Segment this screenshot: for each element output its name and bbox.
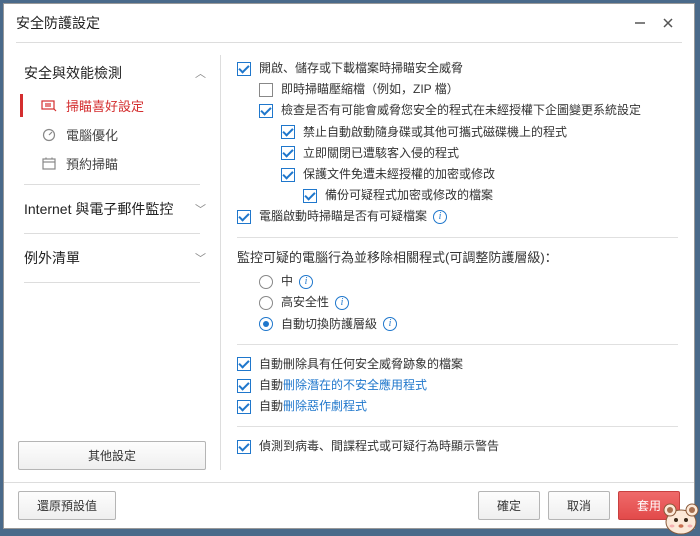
footer: 還原預設值 確定 取消 套用	[4, 482, 694, 528]
sidebar-section-security[interactable]: 安全與效能檢測 ︿	[14, 55, 210, 91]
info-icon[interactable]: i	[335, 296, 349, 310]
chevron-down-icon: ﹀	[195, 201, 206, 217]
label: 中	[281, 272, 293, 291]
titlebar: 安全防護設定	[4, 4, 694, 42]
settings-window: 安全防護設定 安全與效能檢測 ︿ 掃瞄	[3, 3, 695, 529]
label: 禁止自動啟動隨身碟或其他可攜式磁碟機上的程式	[303, 123, 567, 142]
restore-defaults-button[interactable]: 還原預設值	[18, 491, 116, 520]
label: 備份可疑程式加密或修改的檔案	[325, 186, 493, 205]
label: 保護文件免遭未經授權的加密或修改	[303, 165, 495, 184]
sidebar: 安全與效能檢測 ︿ 掃瞄喜好設定	[4, 43, 220, 482]
section-title: 監控可疑的電腦行為並移除相關程式(可調整防護層級)：	[237, 248, 678, 269]
label: 即時掃瞄壓縮檔（例如，ZIP 檔）	[281, 80, 459, 99]
ok-button[interactable]: 確定	[478, 491, 540, 520]
sidebar-item-label: 預約掃瞄	[66, 154, 118, 173]
radio-level-medium[interactable]	[259, 275, 273, 289]
sidebar-section-exceptions[interactable]: 例外清單 ﹀	[14, 240, 210, 276]
other-settings-button[interactable]: 其他設定	[18, 441, 206, 470]
info-icon[interactable]: i	[299, 275, 313, 289]
chevron-down-icon: ﹀	[195, 250, 206, 266]
sidebar-item-scan-prefs[interactable]: 掃瞄喜好設定	[14, 91, 210, 120]
checkbox-auto-delete-threat[interactable]	[237, 357, 251, 371]
checkbox-close-hacked[interactable]	[281, 146, 295, 160]
link-unsafe-apps[interactable]: 刪除潛在的不安全應用程式	[283, 378, 427, 392]
label: 電腦啟動時掃瞄是否有可疑檔案	[259, 207, 427, 226]
checkbox-protect-docs[interactable]	[281, 168, 295, 182]
label-prefix: 自動	[259, 378, 283, 392]
checkbox-block-autorun[interactable]	[281, 125, 295, 139]
sidebar-item-scheduled-scan[interactable]: 預約掃瞄	[14, 149, 210, 178]
checkbox-scan-on-open[interactable]	[237, 62, 251, 76]
minimize-button[interactable]	[626, 11, 654, 35]
checkbox-auto-delete-joke[interactable]	[237, 400, 251, 414]
sliders-icon	[40, 98, 58, 114]
close-button[interactable]	[654, 11, 682, 35]
calendar-icon	[40, 156, 58, 172]
label-prefix: 自動	[259, 399, 283, 413]
checkbox-check-unauth[interactable]	[259, 104, 273, 118]
label: 自動刪除具有任何安全威脅跡象的檔案	[259, 355, 463, 374]
sidebar-item-label: 掃瞄喜好設定	[66, 96, 144, 115]
info-icon[interactable]: i	[433, 210, 447, 224]
label: 偵測到病毒、間諜程式或可疑行為時顯示警告	[259, 437, 499, 456]
checkbox-show-warning[interactable]	[237, 440, 251, 454]
cancel-button[interactable]: 取消	[548, 491, 610, 520]
radio-level-high[interactable]	[259, 296, 273, 310]
info-icon[interactable]: i	[383, 317, 397, 331]
sidebar-section-label: Internet 與電子郵件監控	[24, 199, 173, 219]
radio-level-auto[interactable]	[259, 317, 273, 331]
label: 立即關閉已遭駭客入侵的程式	[303, 144, 459, 163]
window-title: 安全防護設定	[16, 13, 100, 33]
label: 高安全性	[281, 293, 329, 312]
label: 開啟、儲存或下載檔案時掃瞄安全威脅	[259, 59, 463, 78]
sidebar-section-label: 例外清單	[24, 248, 80, 268]
sidebar-item-optimize[interactable]: 電腦優化	[14, 120, 210, 149]
checkbox-scan-zip[interactable]	[259, 83, 273, 97]
content-panel: 開啟、儲存或下載檔案時掃瞄安全威脅 即時掃瞄壓縮檔（例如，ZIP 檔） 檢查是否…	[221, 43, 694, 482]
sidebar-item-label: 電腦優化	[66, 125, 118, 144]
label: 自動切換防護層級	[281, 315, 377, 334]
checkbox-auto-delete-unsafe[interactable]	[237, 379, 251, 393]
checkbox-backup-suspicious[interactable]	[303, 189, 317, 203]
sidebar-section-internet[interactable]: Internet 與電子郵件監控 ﹀	[14, 191, 210, 227]
mascot-icon	[658, 496, 700, 536]
chevron-up-icon: ︿	[195, 65, 206, 81]
gauge-icon	[40, 127, 58, 143]
link-joke-programs[interactable]: 刪除惡作劇程式	[283, 399, 367, 413]
sidebar-section-label: 安全與效能檢測	[24, 63, 122, 83]
checkbox-scan-on-boot[interactable]	[237, 210, 251, 224]
label: 檢查是否有可能會威脅您安全的程式在未經授權下企圖變更系統設定	[281, 101, 641, 120]
